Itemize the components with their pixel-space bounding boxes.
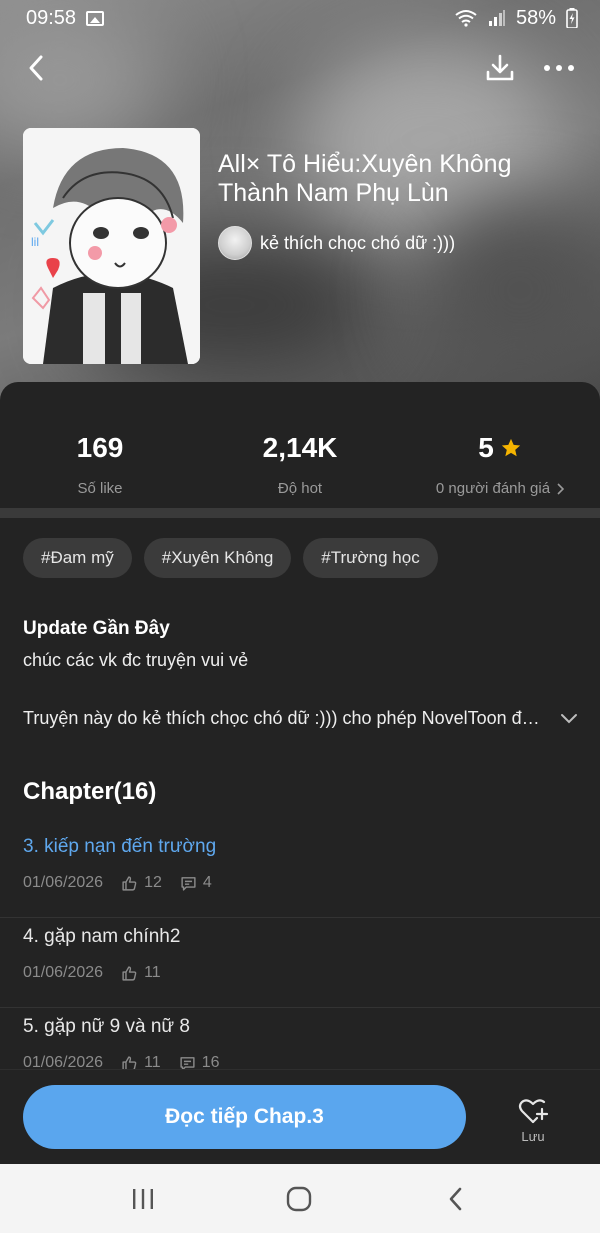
chapter-item[interactable]: 3. kiếp nạn đến trường 01/06/2026 12 4 bbox=[0, 828, 600, 918]
chevron-down-icon bbox=[561, 713, 577, 723]
chapter-title: 5. gặp nữ 9 và nữ 8 bbox=[23, 1016, 190, 1037]
thumbs-up-icon bbox=[122, 965, 137, 981]
system-nav-bar bbox=[0, 1164, 600, 1233]
star-icon bbox=[501, 438, 520, 457]
tag-chip[interactable]: #Trường học bbox=[303, 538, 438, 578]
stat-hot: 2,14K Độ hot bbox=[200, 430, 400, 497]
comment-icon bbox=[181, 876, 196, 891]
stats-row: 169 Số like 2,14K Độ hot 5 0 người đánh … bbox=[0, 382, 600, 508]
section-divider bbox=[0, 508, 600, 518]
recent-apps-button[interactable] bbox=[123, 1182, 163, 1216]
signal-icon bbox=[488, 10, 505, 26]
description-text: Truyện này do kẻ thích chọc chó dữ :))) … bbox=[23, 708, 548, 728]
book-cover-image[interactable]: lil bbox=[23, 128, 200, 364]
author-name: kẻ thích chọc chó dữ :))) bbox=[260, 232, 456, 253]
chapter-comments: 4 bbox=[202, 874, 212, 891]
home-button[interactable] bbox=[279, 1182, 319, 1216]
more-options-button[interactable] bbox=[540, 50, 578, 86]
likes-value: 169 bbox=[76, 432, 124, 463]
description-row[interactable]: Truyện này do kẻ thích chọc chó dữ :))) … bbox=[23, 708, 578, 729]
tag-chip[interactable]: #Xuyên Không bbox=[143, 538, 292, 578]
download-icon bbox=[486, 54, 514, 81]
tag-chip[interactable]: #Đam mỹ bbox=[23, 538, 132, 578]
heart-add-icon bbox=[518, 1098, 549, 1123]
thumbs-up-icon bbox=[122, 875, 137, 891]
chapter-list: 3. kiếp nạn đến trường 01/06/2026 12 4 4… bbox=[0, 828, 600, 1098]
chapter-heading: Chapter(16) bbox=[23, 778, 157, 805]
status-bar: 09:58 58% bbox=[0, 0, 600, 36]
chevron-left-icon bbox=[29, 55, 43, 81]
tag-list: #Đam mỹ #Xuyên Không #Trường học bbox=[23, 538, 438, 578]
update-text: chúc các vk đc truyện vui vẻ bbox=[23, 650, 249, 670]
home-icon bbox=[286, 1186, 312, 1212]
bottom-action-bar: Đọc tiếp Chap.3 Lưu bbox=[0, 1069, 600, 1164]
hot-label: Độ hot bbox=[277, 480, 323, 497]
stat-likes: 169 Số like bbox=[0, 430, 200, 497]
chapter-title: 3. kiếp nạn đến trường bbox=[23, 836, 217, 857]
wifi-icon bbox=[455, 10, 477, 27]
cover-illustration: lil bbox=[23, 128, 200, 364]
likes-label: Số like bbox=[77, 480, 123, 497]
gallery-notification-icon bbox=[86, 10, 105, 26]
chapter-title: 4. gặp nam chính2 bbox=[23, 926, 181, 947]
save-button[interactable]: Lưu bbox=[500, 1090, 566, 1150]
status-time: 09:58 bbox=[26, 6, 77, 29]
update-heading: Update Gần Đây bbox=[23, 618, 170, 639]
chapter-item[interactable]: 4. gặp nam chính2 01/06/2026 11 bbox=[0, 918, 600, 1008]
download-button[interactable] bbox=[482, 50, 518, 86]
system-back-button[interactable] bbox=[436, 1182, 476, 1216]
more-horizontal-icon bbox=[544, 65, 574, 71]
chevron-right-icon bbox=[557, 482, 565, 495]
system-back-icon bbox=[449, 1187, 462, 1211]
book-title: All× Tô Hiểu:Xuyên Không Thành Nam Phụ L… bbox=[218, 150, 512, 207]
top-bar bbox=[0, 44, 600, 92]
stat-rating[interactable]: 5 0 người đánh giá bbox=[400, 430, 600, 497]
author-row[interactable]: kẻ thích chọc chó dữ :))) bbox=[218, 226, 455, 260]
chapter-likes: 11 bbox=[144, 964, 161, 981]
svg-text:lil: lil bbox=[31, 235, 39, 249]
rating-value: 5 bbox=[478, 432, 494, 463]
save-label: Lưu bbox=[521, 1128, 545, 1144]
rating-label: 0 người đánh giá bbox=[435, 480, 551, 497]
battery-charging-icon bbox=[566, 8, 578, 28]
chapter-likes: 12 bbox=[144, 874, 162, 891]
author-avatar bbox=[218, 226, 252, 260]
chapter-date: 01/06/2026 bbox=[23, 964, 104, 981]
book-header: 09:58 58% lil All× Tô Hiểu:Xuyên Không T… bbox=[0, 0, 600, 400]
recent-apps-icon bbox=[133, 1189, 153, 1209]
back-button[interactable] bbox=[18, 50, 54, 86]
continue-reading-button[interactable]: Đọc tiếp Chap.3 bbox=[23, 1085, 466, 1149]
hot-value: 2,14K bbox=[262, 432, 338, 463]
chapter-date: 01/06/2026 bbox=[23, 874, 104, 891]
battery-percent: 58% bbox=[515, 6, 556, 29]
